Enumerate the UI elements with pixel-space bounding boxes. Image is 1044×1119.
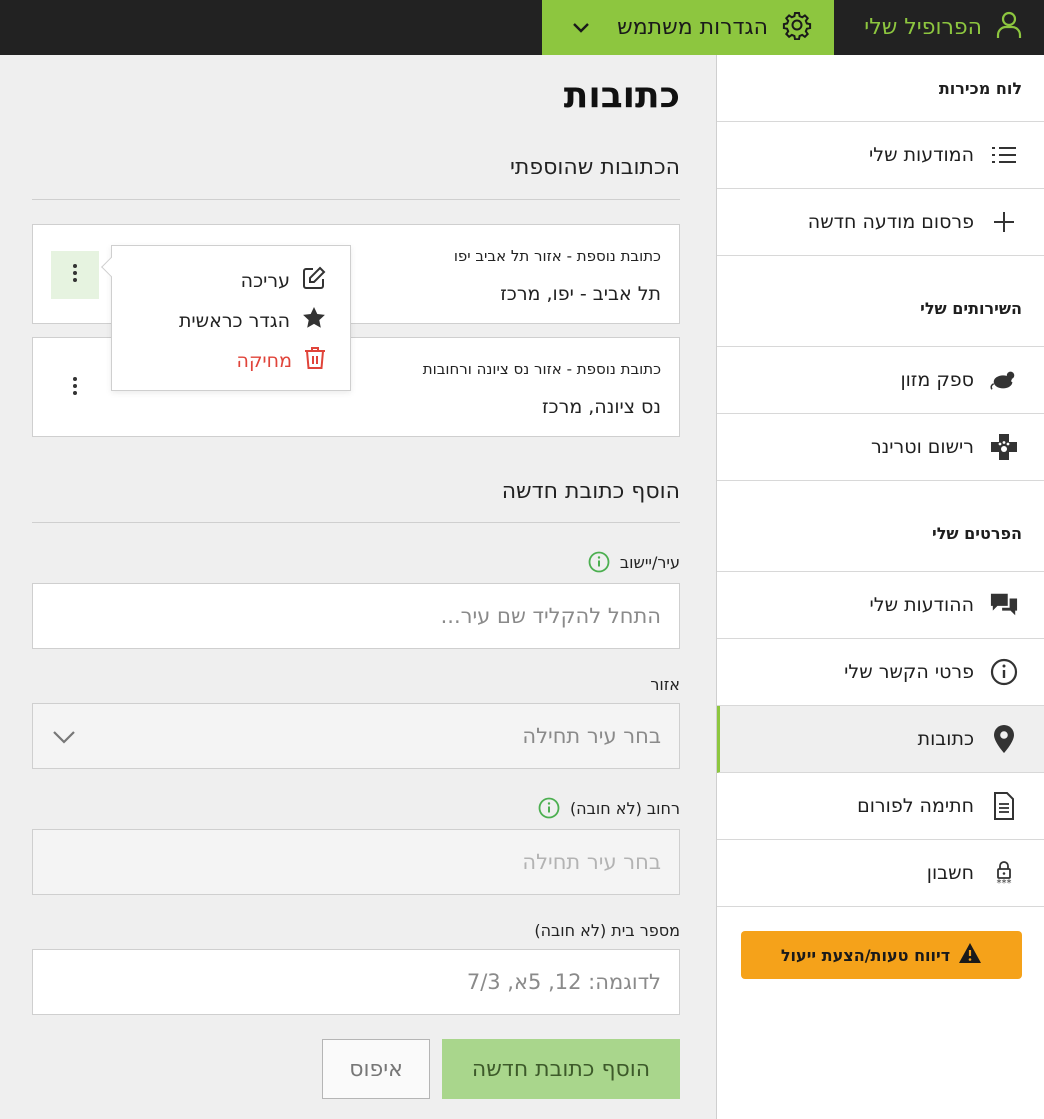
street-input[interactable]: בחר עיר תחילה (32, 829, 680, 895)
report-error-label: דיווח טעות/הצעת ייעול (780, 945, 951, 965)
top-bar: הפרופיל שלי הגדרות משתמש (0, 0, 1044, 55)
edit-icon (302, 266, 326, 295)
address-value: תל אביב - יפו, מרכז (500, 283, 661, 305)
sidebar-item-label: רישום וטרינר (870, 436, 974, 458)
chevron-down-icon (51, 726, 77, 753)
list-icon (990, 141, 1018, 169)
sidebar-item-sales-dashboard[interactable]: לוח מכירות (717, 55, 1044, 122)
gear-icon (782, 10, 812, 46)
menu-item-label: מחיקה (236, 349, 292, 372)
sidebar-item-label: חתימה לפורום (857, 795, 974, 817)
mouse-icon (990, 366, 1018, 394)
sidebar-heading-my-details: הפרטים שלי (717, 481, 1044, 572)
street-placeholder: בחר עיר תחילה (522, 850, 661, 874)
sidebar-heading-label: הפרטים שלי (932, 523, 1022, 543)
sidebar-item-my-ads[interactable]: המודעות שלי (717, 122, 1044, 189)
menu-item-label: הגדר כראשית (178, 309, 290, 332)
field-label-text: עיר/יישוב (619, 552, 680, 572)
svg-text:***: *** (997, 878, 1012, 887)
info-icon (990, 658, 1018, 686)
sidebar: לוח מכירות המודעות שלי פרסום מודעה חדשה … (716, 55, 1044, 1119)
sidebar-item-account[interactable]: *** חשבון (717, 840, 1044, 907)
trash-icon (304, 346, 326, 375)
address-options-button[interactable] (51, 364, 99, 412)
area-select[interactable]: בחר עיר תחילה (32, 703, 680, 769)
menu-item-set-primary[interactable]: הגדר כראשית (179, 306, 326, 335)
area-placeholder: בחר עיר תחילה (522, 724, 661, 748)
sidebar-item-label: כתובות (917, 728, 974, 750)
address-label: כתובת נוספת - אזור תל אביב יפו (453, 247, 661, 265)
chat-bubbles-icon (990, 591, 1018, 619)
sidebar-item-label: פרסום מודעה חדשה (807, 211, 974, 233)
location-pin-icon (990, 725, 1018, 753)
added-addresses-heading: הכתובות שהוספתי (510, 155, 680, 180)
sidebar-item-vet-registration[interactable]: רישום וטרינר (717, 414, 1044, 481)
sidebar-item-label: לוח מכירות (938, 78, 1022, 98)
sidebar-heading-my-services: השירותים שלי (717, 256, 1044, 347)
sidebar-item-food-supplier[interactable]: ספק מזון (717, 347, 1044, 414)
sidebar-item-label: פרטי הקשר שלי (844, 661, 974, 683)
divider (32, 199, 680, 200)
user-icon (996, 11, 1022, 45)
user-settings-menu[interactable]: הגדרות משתמש (542, 0, 834, 55)
info-icon[interactable] (588, 551, 610, 573)
house-number-input[interactable]: לדוגמה: 12, 5א, 7/3 (32, 949, 680, 1015)
menu-item-edit[interactable]: עריכה (241, 266, 326, 295)
warning-icon (958, 942, 982, 968)
document-icon (990, 792, 1018, 820)
sidebar-heading-label: השירותים שלי (920, 298, 1022, 318)
sidebar-item-my-messages[interactable]: ההודעות שלי (717, 572, 1044, 639)
password-lock-icon: *** (990, 859, 1018, 887)
plus-icon (990, 208, 1018, 236)
star-icon (302, 306, 326, 335)
menu-item-delete[interactable]: מחיקה (237, 346, 326, 375)
sidebar-item-contact-details[interactable]: פרטי הקשר שלי (717, 639, 1044, 706)
address-options-menu: עריכה הגדר כראשית מחיקה (101, 245, 351, 391)
chevron-down-icon (570, 16, 592, 44)
sidebar-item-post-new-ad[interactable]: פרסום מודעה חדשה (717, 189, 1044, 256)
reset-button[interactable]: איפוס (322, 1039, 430, 1099)
sidebar-item-label: ספק מזון (900, 369, 974, 391)
city-placeholder: התחל להקליד שם עיר... (440, 604, 661, 628)
kebab-icon (72, 263, 78, 287)
city-input[interactable]: התחל להקליד שם עיר... (32, 583, 680, 649)
house-number-label: מספר בית (לא חובה) (534, 921, 680, 940)
field-label-text: אזור (650, 675, 680, 694)
menu-item-label: עריכה (240, 269, 290, 292)
sidebar-item-label: המודעות שלי (869, 144, 974, 166)
page-title: כתובות (563, 75, 680, 116)
house-number-placeholder: לדוגמה: 12, 5א, 7/3 (466, 970, 661, 994)
address-options-button[interactable] (51, 251, 99, 299)
city-label: עיר/יישוב (588, 551, 680, 573)
report-error-button[interactable]: דיווח טעות/הצעת ייעול (741, 931, 1022, 979)
address-label: כתובת נוספת - אזור נס ציונה ורחובות (422, 360, 661, 378)
field-label-text: רחוב (לא חובה) (569, 798, 680, 818)
add-address-heading: הוסף כתובת חדשה (501, 479, 680, 504)
user-settings-label: הגדרות משתמש (617, 15, 768, 40)
sidebar-item-forum-signature[interactable]: חתימה לפורום (717, 773, 1044, 840)
vet-cross-icon (990, 433, 1018, 461)
divider (32, 522, 680, 523)
sidebar-item-label: חשבון (926, 862, 974, 884)
my-profile-label: הפרופיל שלי (864, 15, 982, 40)
my-profile-link[interactable]: הפרופיל שלי (834, 0, 1044, 55)
address-value: נס ציונה, מרכז (541, 396, 661, 418)
kebab-icon (72, 376, 78, 400)
info-icon[interactable] (538, 797, 560, 819)
street-label: רחוב (לא חובה) (538, 797, 680, 819)
field-label-text: מספר בית (לא חובה) (534, 921, 680, 940)
sidebar-item-label: ההודעות שלי (869, 594, 974, 616)
sidebar-item-addresses[interactable]: כתובות (717, 706, 1044, 773)
add-address-button[interactable]: הוסף כתובת חדשה (442, 1039, 680, 1099)
area-label: אזור (650, 675, 680, 694)
